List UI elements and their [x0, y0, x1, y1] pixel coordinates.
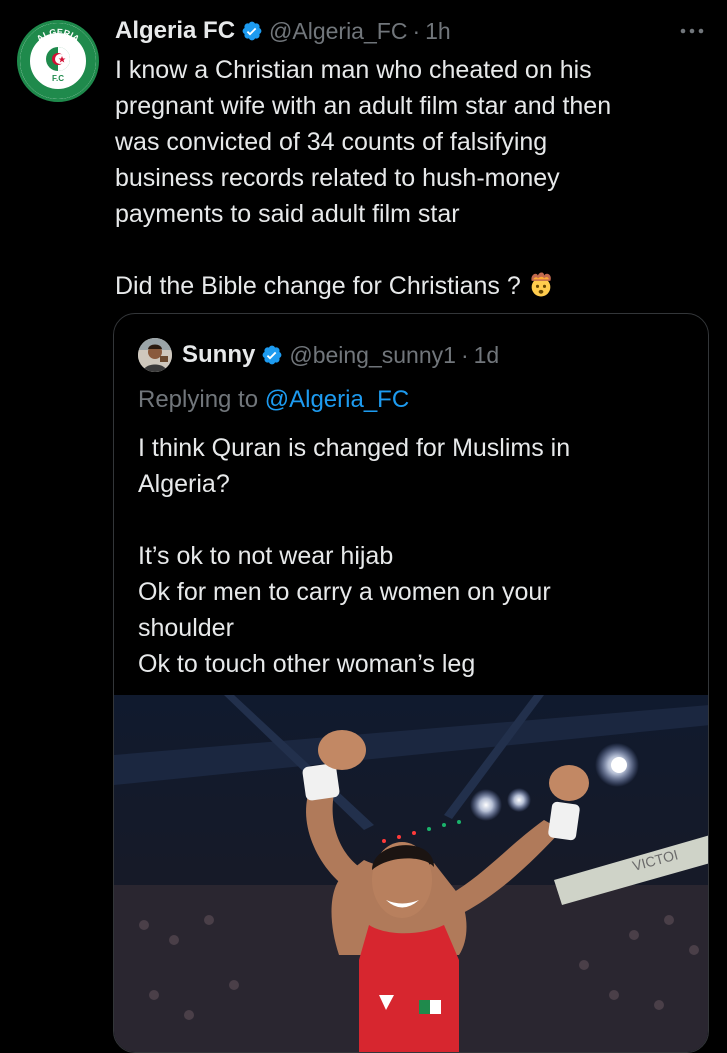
quote-text: I think Quran is changed for Muslims in … — [138, 430, 698, 682]
verified-badge-icon — [242, 21, 262, 41]
tweet-header: Algeria FC @Algeria_FC · 1h — [115, 13, 451, 49]
verified-badge-icon — [262, 345, 282, 365]
tweet-line: was convicted of 34 counts of falsifying — [115, 128, 548, 156]
quote-author-handle[interactable]: @being_sunny1 — [289, 342, 456, 369]
more-options-icon[interactable] — [679, 22, 705, 40]
quote-header: Sunny @being_sunny1 · 1d — [182, 338, 499, 372]
author-handle[interactable]: @Algeria_FC — [269, 18, 407, 45]
tweet-line: I know a Christian man who cheated on hi… — [115, 56, 592, 84]
quote-line: Ok for men to carry a women on your — [138, 578, 551, 606]
replying-mention-link[interactable]: @Algeria_FC — [265, 386, 409, 413]
quote-line: Algeria? — [138, 470, 230, 498]
tweet-line: business records related to hush-money — [115, 164, 560, 192]
algeria-fc-logo-icon: ALGERIA F.C — [20, 23, 96, 99]
tweet-line: pregnant wife with an adult film star an… — [115, 92, 612, 120]
logo-sub-text: F.C — [52, 74, 64, 83]
author-avatar[interactable]: ALGERIA F.C — [17, 20, 99, 102]
quote-line: shoulder — [138, 614, 234, 642]
quote-author-avatar[interactable] — [138, 338, 172, 372]
quote-line: I think Quran is changed for Muslims in — [138, 434, 571, 462]
exploding-head-icon — [531, 272, 551, 297]
post-time[interactable]: 1h — [425, 18, 451, 45]
tweet-question: Did the Bible change for Christians ? — [115, 272, 521, 300]
quote-author-name[interactable]: Sunny — [182, 341, 255, 369]
quote-line: It’s ok to not wear hijab — [138, 542, 394, 570]
replying-prefix: Replying to — [138, 386, 259, 413]
tweet-text: I know a Christian man who cheated on hi… — [115, 52, 705, 304]
quoted-tweet[interactable]: Sunny @being_sunny1 · 1d Replying to @Al… — [113, 313, 709, 1053]
separator-dot: · — [460, 341, 469, 368]
replying-to: Replying to @Algeria_FC — [138, 386, 409, 414]
quote-line: Ok to touch other woman’s leg — [138, 650, 476, 678]
boxer-celebration-photo: VICTOI — [114, 695, 708, 1052]
tweet-question-line: Did the Bible change for Christians ? — [115, 268, 705, 304]
tweet-line: payments to said adult film star — [115, 200, 460, 228]
avatar-photo-icon — [138, 338, 172, 372]
quote-media-image[interactable]: VICTOI — [114, 695, 708, 1052]
quote-post-time[interactable]: 1d — [474, 342, 500, 369]
separator-dot: · — [412, 17, 421, 44]
author-name[interactable]: Algeria FC — [115, 17, 235, 45]
tweet[interactable]: ALGERIA F.C Algeria FC @Algeria_FC · 1h — [0, 0, 727, 1053]
